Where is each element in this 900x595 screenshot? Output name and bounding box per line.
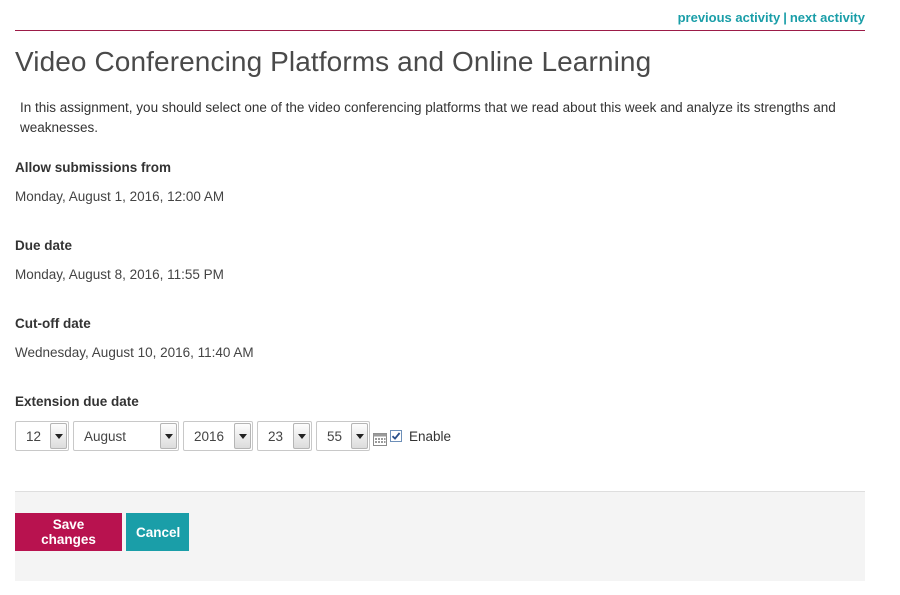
- day-select-value: 12: [26, 428, 42, 444]
- page-title: Video Conferencing Platforms and Online …: [15, 46, 652, 77]
- chevron-down-icon: [50, 423, 67, 449]
- cancel-button[interactable]: Cancel: [126, 513, 189, 551]
- checkmark-icon: [391, 432, 401, 440]
- assignment-intro: In this assignment, you should select on…: [20, 100, 836, 135]
- calendar-icon[interactable]: [373, 432, 387, 446]
- header-divider: [15, 30, 865, 31]
- chevron-down-icon: [293, 423, 310, 449]
- due-date-value: Monday, August 8, 2016, 11:55 PM: [15, 267, 224, 282]
- allow-submissions-value: Monday, August 1, 2016, 12:00 AM: [15, 189, 225, 204]
- form-actions: Save changes Cancel: [15, 491, 865, 581]
- previous-activity-link[interactable]: previous activity: [678, 10, 781, 25]
- year-select[interactable]: 2016: [183, 421, 253, 451]
- month-select[interactable]: August: [73, 421, 179, 451]
- enable-checkbox[interactable]: [390, 430, 402, 442]
- cutoff-date-label: Cut-off date: [15, 316, 91, 331]
- cutoff-date-value: Wednesday, August 10, 2016, 11:40 AM: [15, 345, 254, 360]
- activity-navigation: previous activity | next activity: [678, 10, 865, 25]
- next-activity-link[interactable]: next activity: [790, 10, 865, 25]
- allow-submissions-label: Allow submissions from: [15, 160, 172, 175]
- due-date-label: Due date: [15, 238, 73, 253]
- hour-select[interactable]: 23: [257, 421, 312, 451]
- nav-separator: |: [783, 10, 787, 25]
- extension-date-picker: 12 August 2016 23 55 Enable: [15, 421, 451, 451]
- month-select-value: August: [84, 428, 127, 444]
- year-select-value: 2016: [194, 428, 225, 444]
- extension-due-date-label: Extension due date: [15, 394, 139, 409]
- day-select[interactable]: 12: [15, 421, 69, 451]
- chevron-down-icon: [160, 423, 177, 449]
- chevron-down-icon: [234, 423, 251, 449]
- minute-select[interactable]: 55: [316, 421, 370, 451]
- chevron-down-icon: [351, 423, 368, 449]
- minute-select-value: 55: [327, 428, 343, 444]
- enable-label[interactable]: Enable: [409, 429, 451, 444]
- hour-select-value: 23: [268, 428, 284, 444]
- save-changes-button[interactable]: Save changes: [15, 513, 122, 551]
